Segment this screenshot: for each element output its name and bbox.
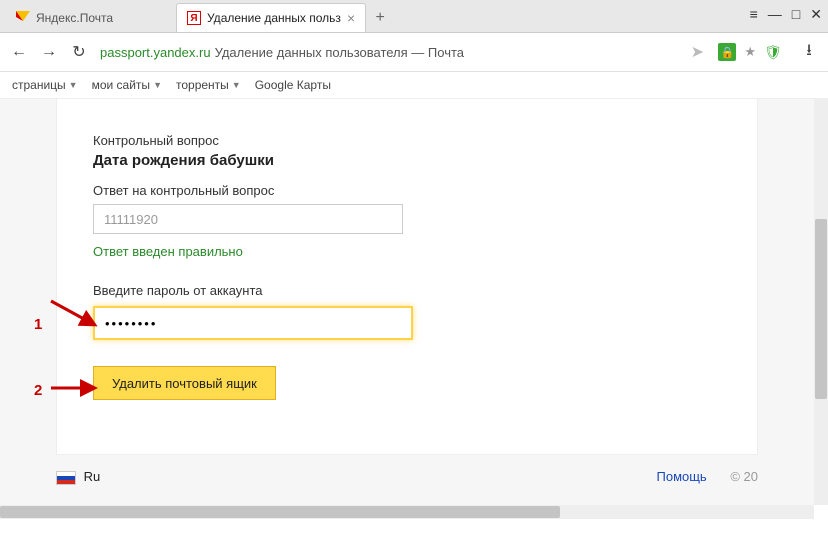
tab-title: Яндекс.Почта (36, 11, 166, 25)
close-window-icon[interactable]: ✕ (810, 6, 822, 23)
url-path: Удаление данных пользователя — Почта (215, 45, 464, 60)
vertical-scroll-thumb[interactable] (815, 219, 827, 399)
reload-button[interactable]: ↻ (70, 42, 88, 62)
password-input[interactable] (93, 306, 413, 340)
shield-icon[interactable]: 🛡 (764, 43, 782, 61)
security-question-text: Дата рождения бабушки (93, 152, 721, 169)
minimize-icon[interactable]: — (768, 6, 782, 23)
delete-form-panel: Контрольный вопрос Дата рождения бабушки… (56, 99, 758, 424)
maximize-icon[interactable]: □ (792, 6, 800, 23)
window-controls: ≡ — □ ✕ (750, 6, 822, 23)
bookmark-mysites[interactable]: мои сайты▼ (92, 78, 162, 92)
tab-title: Удаление данных польз (207, 11, 341, 25)
password-label: Введите пароль от аккаунта (93, 283, 721, 298)
favicon-mail-icon (16, 11, 30, 25)
answer-label: Ответ на контрольный вопрос (93, 183, 721, 198)
tab-bar: Яндекс.Почта Я Удаление данных польз × +… (0, 0, 828, 33)
menu-icon[interactable]: ≡ (750, 6, 758, 23)
favicon-yandex-icon: Я (187, 11, 201, 25)
answer-input[interactable] (93, 204, 403, 234)
bookmarks-bar: страницы▼ мои сайты▼ торренты▼ Google Ка… (0, 72, 828, 99)
security-question-label: Контрольный вопрос (93, 133, 721, 148)
bookmark-gmaps[interactable]: Google Карты (255, 78, 331, 92)
address-bar: ← → ↻ passport.yandex.ru Удаление данных… (0, 33, 828, 72)
bookmark-star-icon[interactable]: ★ (744, 44, 756, 60)
copyright-text: © 20 (730, 469, 758, 484)
forward-button[interactable]: → (40, 43, 58, 61)
vertical-scrollbar[interactable] (814, 99, 828, 505)
language-switch[interactable]: Ru (56, 469, 100, 485)
page-footer: Ru Помощь © 20 (56, 469, 758, 485)
bookmark-torrents[interactable]: торренты▼ (176, 78, 241, 92)
tab-close-icon[interactable]: × (347, 10, 355, 26)
delete-mailbox-button[interactable]: Удалить почтовый ящик (93, 366, 276, 400)
flag-ru-icon (56, 471, 76, 485)
horizontal-scrollbar[interactable] (0, 505, 814, 519)
lock-icon[interactable]: 🔒 (718, 43, 736, 61)
download-icon[interactable]: ⭳ (800, 39, 818, 66)
back-button[interactable]: ← (10, 43, 28, 61)
new-tab-button[interactable]: + (366, 4, 394, 32)
tab-yandex-mail[interactable]: Яндекс.Почта (6, 4, 176, 32)
url-domain: passport.yandex.ru (100, 45, 211, 60)
url-display[interactable]: passport.yandex.ru Удаление данных польз… (100, 45, 676, 60)
panel-footer-spacer (56, 424, 758, 455)
answer-ok-message: Ответ введен правильно (93, 244, 721, 259)
page-viewport: Контрольный вопрос Дата рождения бабушки… (0, 99, 828, 519)
tab-delete-account[interactable]: Я Удаление данных польз × (176, 3, 366, 32)
send-icon[interactable]: ➤ (688, 42, 706, 62)
horizontal-scroll-thumb[interactable] (0, 506, 560, 518)
help-link[interactable]: Помощь (657, 469, 707, 484)
bookmark-pages[interactable]: страницы▼ (12, 78, 78, 92)
